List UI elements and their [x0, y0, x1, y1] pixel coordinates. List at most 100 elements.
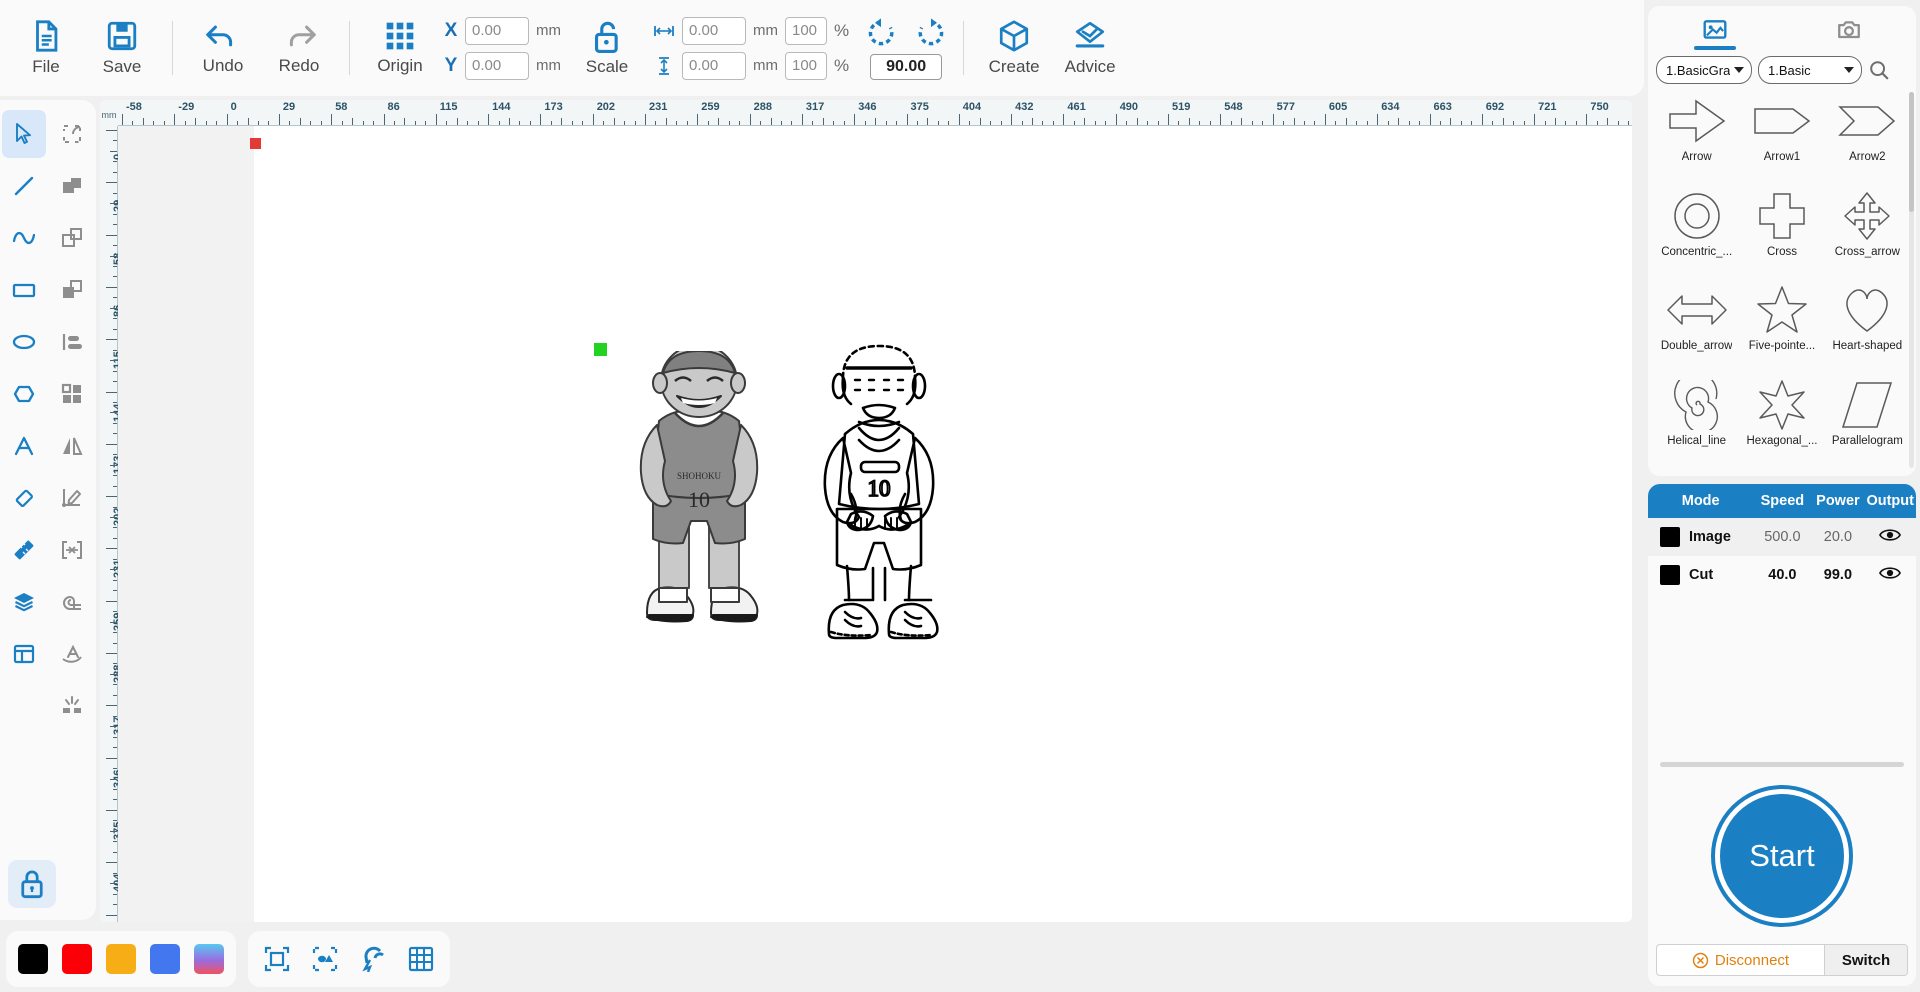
start-button[interactable]: Start	[1715, 788, 1849, 923]
shape-item-double-arrow[interactable]: Double_arrow	[1654, 281, 1739, 376]
array-tool-button[interactable]	[50, 370, 94, 418]
switch-button[interactable]: Switch	[1824, 944, 1908, 976]
mirror-tool-button[interactable]	[50, 422, 94, 470]
library-scrollbar[interactable]	[1909, 92, 1914, 468]
shape-item-cross-arrow[interactable]: Cross_arrow	[1825, 187, 1910, 282]
line-tool-button[interactable]	[2, 162, 46, 210]
width-input[interactable]: 0.00	[682, 16, 746, 45]
grid-toggle-button[interactable]	[404, 942, 438, 976]
library-category-select[interactable]: 1.BasicGrap	[1656, 56, 1752, 84]
layer-output-cell[interactable]	[1864, 518, 1916, 556]
shape-item-heart[interactable]: Heart-shaped	[1825, 281, 1910, 376]
ruler-minor-tick	[113, 611, 117, 613]
polygon-tool-button[interactable]	[2, 370, 46, 418]
layers-tool-button[interactable]	[2, 578, 46, 626]
scrollbar-thumb[interactable]	[1909, 92, 1914, 212]
rectangle-tool-button[interactable]	[2, 266, 46, 314]
layer-mode-cell[interactable]: Cut	[1648, 556, 1753, 594]
x-position-input[interactable]: 0.00	[465, 16, 529, 45]
shape-item-arrow1[interactable]: Arrow1	[1739, 92, 1824, 187]
camera-tab[interactable]	[1782, 6, 1916, 54]
draw-path-tool-button[interactable]	[50, 474, 94, 522]
height-percent-input[interactable]: 100	[785, 51, 827, 80]
shape-item-helical-line[interactable]: Helical_line	[1654, 376, 1739, 471]
layout-tool-button[interactable]	[2, 630, 46, 678]
curve-tool-button[interactable]	[2, 214, 46, 262]
save-button[interactable]: Save	[84, 5, 160, 91]
y-position-input[interactable]: 0.00	[465, 51, 529, 80]
eye-visible-icon[interactable]	[1879, 527, 1902, 543]
layer-mode-cell[interactable]: Image	[1648, 518, 1753, 556]
union-tool-button[interactable]	[50, 162, 94, 210]
eye-visible-icon[interactable]	[1879, 565, 1902, 581]
table-row[interactable]: Cut 40.0 99.0	[1648, 556, 1916, 594]
canvas-viewport[interactable]: SHOHOKU 10 10	[118, 126, 1632, 922]
magnet-snap-button[interactable]	[356, 942, 390, 976]
file-button[interactable]: File	[8, 5, 84, 91]
layer-color-swatch[interactable]	[1660, 565, 1680, 585]
color-swatch-blue[interactable]	[150, 944, 180, 974]
select-tool-button[interactable]	[2, 110, 46, 158]
align-tool-button[interactable]	[50, 318, 94, 366]
color-swatch-orange[interactable]	[106, 944, 136, 974]
table-row[interactable]: Image 500.0 20.0	[1648, 518, 1916, 556]
ellipse-tool-button[interactable]	[2, 318, 46, 366]
layer-output-cell[interactable]	[1864, 556, 1916, 594]
path-preview-button[interactable]	[308, 942, 342, 976]
node-edit-tool-button[interactable]	[50, 110, 94, 158]
layer-power-value[interactable]: 99.0	[1811, 556, 1864, 594]
origin-button[interactable]: Origin	[362, 5, 438, 91]
width-percent-input[interactable]: 100	[785, 16, 827, 45]
disconnect-button[interactable]: Disconnect	[1656, 944, 1824, 976]
undo-button[interactable]: Undo	[185, 5, 261, 91]
basketball-player-lineart[interactable]: 10	[789, 344, 969, 644]
eraser-tool-button[interactable]	[2, 474, 46, 522]
jersey-number-text: 10	[688, 487, 710, 512]
redo-button[interactable]: Redo	[261, 5, 337, 91]
layer-color-swatch[interactable]	[1660, 527, 1680, 547]
search-icon[interactable]	[1868, 59, 1890, 81]
rotate-left-icon[interactable]	[865, 17, 897, 49]
scale-lock-button[interactable]: Scale	[571, 20, 643, 77]
layer-speed-value[interactable]: 500.0	[1753, 518, 1811, 556]
intersect-tool-button[interactable]	[50, 266, 94, 314]
shape-item-arrow2[interactable]: Arrow2	[1825, 92, 1910, 187]
frame-preview-button[interactable]	[260, 942, 294, 976]
rotation-angle-input[interactable]: 90.00	[870, 53, 943, 80]
shape-item-hexagonal-star[interactable]: Hexagonal_...	[1739, 376, 1824, 471]
height-input[interactable]: 0.00	[682, 51, 746, 80]
text-tool-button[interactable]	[2, 422, 46, 470]
library-subcategory-select[interactable]: 1.Basic	[1758, 56, 1862, 84]
spark-tool-button[interactable]	[50, 682, 94, 730]
advice-button[interactable]: Advice	[1052, 5, 1128, 91]
lock-canvas-button[interactable]	[8, 860, 56, 908]
canvas-area[interactable]: mm -58 -29 0 29 58 86 115 144 173 202 231 259 288 317…	[100, 100, 1632, 922]
shape-item-parallelogram[interactable]: Parallelogram	[1825, 376, 1910, 471]
horizontal-ruler[interactable]: -58 -29 0 29 58 86 115 144 173 202 231 259 288 317 346…	[118, 100, 1632, 126]
text-on-path-tool-button[interactable]	[50, 630, 94, 678]
basketball-player-grayscale[interactable]: SHOHOKU 10	[609, 351, 789, 641]
color-swatch-gradient[interactable]	[194, 944, 224, 974]
switch-label: Switch	[1841, 951, 1891, 969]
layer-speed-value[interactable]: 40.0	[1753, 556, 1811, 594]
create-button[interactable]: Create	[976, 5, 1052, 91]
fit-frame-tool-button[interactable]	[50, 526, 94, 574]
selection-handle[interactable]	[594, 343, 607, 356]
shape-item-concentric-circle[interactable]: Concentric_...	[1654, 187, 1739, 282]
ruler-minor-tick	[113, 171, 117, 173]
rotate-right-icon[interactable]	[915, 17, 947, 49]
vertical-ruler[interactable]: 0295886115144173202231259288317346375404…	[100, 126, 124, 922]
ruler-label: 375	[910, 101, 929, 113]
subtract-tool-button[interactable]	[50, 214, 94, 262]
shape-item-arrow[interactable]: Arrow	[1654, 92, 1739, 187]
shape-item-cross[interactable]: Cross	[1739, 187, 1824, 282]
layer-power-value[interactable]: 20.0	[1811, 518, 1864, 556]
shape-item-five-pointed-star[interactable]: Five-pointe...	[1739, 281, 1824, 376]
work-sheet[interactable]: SHOHOKU 10 10	[250, 126, 1632, 922]
offset-tool-button[interactable]	[50, 578, 94, 626]
ruler-major-tick	[749, 114, 751, 125]
color-swatch-black[interactable]	[18, 944, 48, 974]
measure-tool-button[interactable]	[2, 526, 46, 574]
color-swatch-red[interactable]	[62, 944, 92, 974]
graphics-library-tab[interactable]	[1648, 6, 1782, 54]
